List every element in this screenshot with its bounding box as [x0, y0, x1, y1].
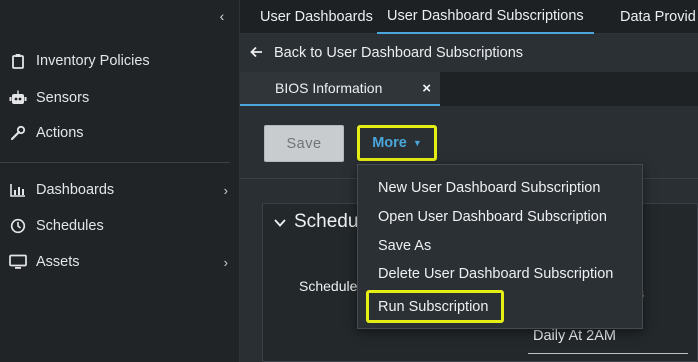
chevron-right-icon: ›: [223, 254, 228, 270]
tab-data-providers[interactable]: Data Provid: [620, 0, 696, 34]
chevron-down-icon: [274, 215, 286, 230]
sidebar-item-label: Dashboards: [36, 182, 115, 198]
sidebar-item-label: Schedules: [36, 218, 104, 234]
panel-title-text: Schedu: [294, 211, 359, 232]
clock-icon: [9, 217, 27, 235]
sidebar-divider: [0, 162, 230, 163]
wrench-icon: [9, 124, 27, 142]
tab-label: BIOS Information: [275, 80, 383, 96]
menu-item-delete-subscription[interactable]: Delete User Dashboard Subscription: [378, 266, 613, 282]
menu-item-open-subscription[interactable]: Open User Dashboard Subscription: [378, 209, 607, 225]
caret-down-icon: ▼: [412, 138, 422, 148]
close-icon[interactable]: ×: [422, 80, 431, 97]
sidebar-item-inventory-policies[interactable]: Inventory Policies: [0, 46, 240, 76]
schedule-field-label: Schedule: [299, 278, 358, 294]
menu-item-new-subscription[interactable]: New User Dashboard Subscription: [378, 180, 600, 196]
sidebar-item-schedules[interactable]: Schedules: [0, 211, 240, 241]
tab-bios-information[interactable]: BIOS Information ×: [240, 72, 440, 106]
sidebar-item-dashboards[interactable]: Dashboards ›: [0, 175, 240, 205]
sidebar: ‹ Inventory Policies Sensors Actions Das…: [0, 0, 240, 362]
back-link[interactable]: Back to User Dashboard Subscriptions: [274, 45, 523, 61]
tab-user-dashboard-subscriptions[interactable]: User Dashboard Subscriptions: [377, 0, 594, 34]
panel-title[interactable]: Schedu: [274, 211, 358, 233]
sidebar-item-label: Inventory Policies: [36, 53, 150, 69]
arrow-left-icon: [250, 45, 263, 61]
top-tab-bar: User Dashboards User Dashboard Subscript…: [240, 0, 698, 34]
chart-icon: [9, 181, 27, 199]
chevron-right-icon: ›: [223, 182, 228, 198]
monitor-icon: [9, 253, 27, 271]
sidebar-item-label: Assets: [36, 254, 80, 270]
sub-tab-bar: BIOS Information ×: [240, 72, 698, 106]
tab-user-dashboards[interactable]: User Dashboards: [260, 0, 373, 34]
sidebar-item-label: Sensors: [36, 90, 90, 106]
sidebar-item-label: Actions: [36, 125, 84, 141]
more-dropdown-menu: New User Dashboard Subscription Open Use…: [357, 164, 643, 329]
schedule-value-field[interactable]: Daily At 2AM: [528, 328, 688, 354]
save-button[interactable]: Save: [264, 125, 344, 162]
sidebar-item-actions[interactable]: Actions: [0, 118, 240, 148]
menu-item-save-as[interactable]: Save As: [378, 238, 431, 254]
sidebar-item-assets[interactable]: Assets ›: [0, 247, 240, 277]
collapse-sidebar-icon[interactable]: ‹: [214, 6, 230, 26]
more-button[interactable]: More ▼: [357, 125, 437, 161]
robot-icon: [9, 89, 27, 107]
back-bar[interactable]: Back to User Dashboard Subscriptions: [240, 34, 698, 72]
menu-item-run-subscription[interactable]: Run Subscription: [366, 290, 504, 323]
clipboard-icon: [9, 52, 27, 70]
sidebar-item-sensors[interactable]: Sensors: [0, 83, 240, 113]
more-label: More: [372, 135, 407, 151]
